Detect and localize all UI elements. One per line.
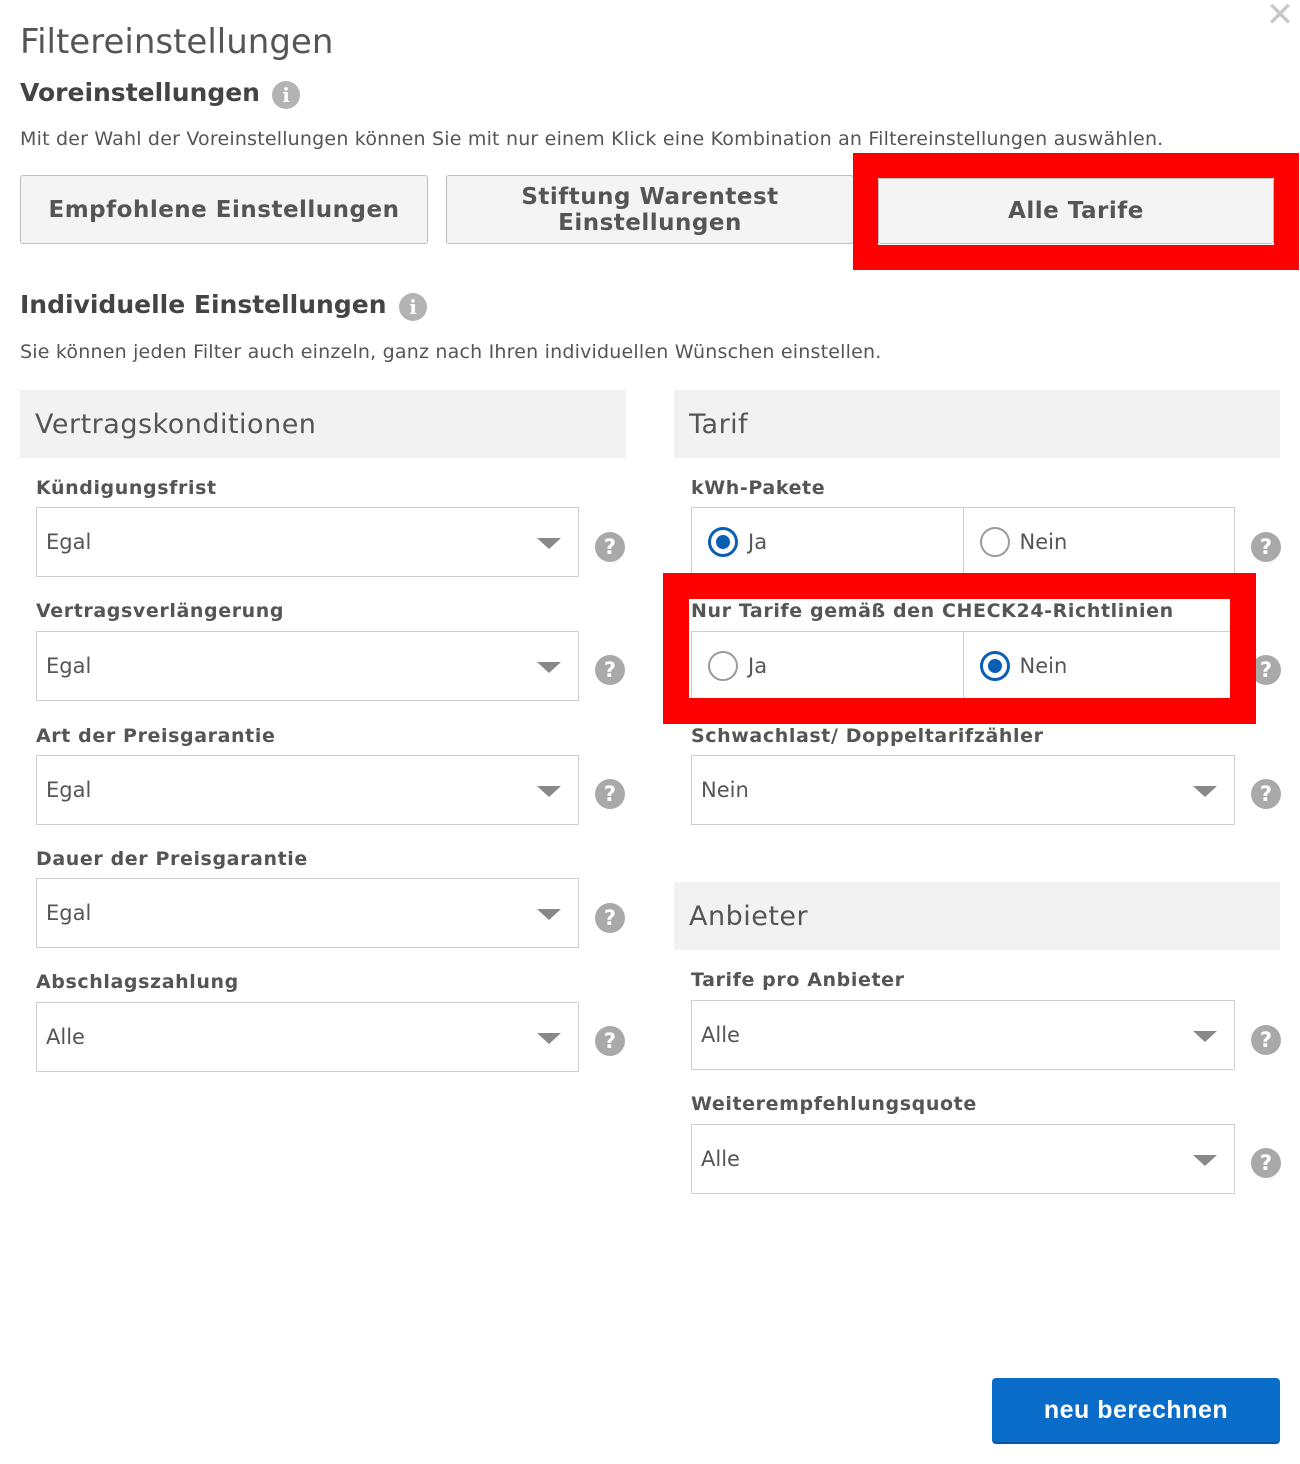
schwachlast-help-icon[interactable]: ?	[1251, 779, 1281, 809]
tarife-pro-anbieter-value: Alle	[701, 1023, 740, 1047]
kwh-pakete-option-nein-label: Nein	[1019, 530, 1068, 554]
presets-heading: Voreinstellungen	[20, 78, 260, 107]
radio-unchecked-icon[interactable]	[979, 527, 1010, 557]
kwh-pakete-help-icon[interactable]: ?	[1251, 532, 1281, 562]
chevron-down-icon	[1193, 1155, 1217, 1166]
preisgarantie-dauer-value: Egal	[46, 901, 92, 925]
individual-description: Sie können jeden Filter auch einzeln, ga…	[20, 341, 882, 363]
kwh-pakete-option-nein[interactable]: Nein	[962, 508, 1235, 576]
vertragsverlaengerung-value: Egal	[46, 654, 92, 678]
vertragsverlaengerung-help-icon[interactable]: ?	[595, 655, 625, 685]
dialog-title: Filtereinstellungen	[20, 22, 334, 62]
radio-checked-icon[interactable]	[708, 527, 738, 557]
individual-heading: Individuelle Einstellungen	[20, 290, 387, 319]
chevron-down-icon	[1193, 1031, 1217, 1042]
schwachlast-label: Schwachlast/ Doppeltarifzähler	[691, 725, 1044, 747]
preisgarantie-dauer-label: Dauer der Preisgarantie	[36, 848, 308, 870]
kuendigungsfrist-select[interactable]: Egal	[36, 507, 579, 577]
kwh-pakete-label: kWh-Pakete	[691, 477, 826, 499]
vertragskonditionen-header: Vertragskonditionen	[20, 390, 626, 458]
highlight-box-preset	[853, 153, 1299, 270]
presets-info-icon[interactable]: i	[272, 81, 300, 109]
weiterempfehlungsquote-help-icon[interactable]: ?	[1251, 1148, 1281, 1178]
preisgarantie-art-help-icon[interactable]: ?	[595, 779, 625, 809]
recalculate-button[interactable]: neu berechnen	[992, 1378, 1280, 1442]
kuendigungsfrist-help-icon[interactable]: ?	[595, 532, 625, 562]
close-icon[interactable]: ✕	[1262, 0, 1298, 36]
abschlagszahlung-help-icon[interactable]: ?	[595, 1026, 625, 1056]
preisgarantie-art-select[interactable]: Egal	[36, 755, 579, 825]
kuendigungsfrist-label: Kündigungsfrist	[36, 477, 217, 499]
weiterempfehlungsquote-value: Alle	[701, 1147, 740, 1171]
preisgarantie-dauer-select[interactable]: Egal	[36, 878, 579, 948]
tarif-header: Tarif	[674, 390, 1280, 458]
kwh-pakete-option-ja-label: Ja	[748, 530, 768, 554]
vertragsverlaengerung-select[interactable]: Egal	[36, 631, 579, 701]
schwachlast-value: Nein	[701, 778, 749, 802]
abschlagszahlung-select[interactable]: Alle	[36, 1002, 579, 1072]
chevron-down-icon	[537, 538, 561, 549]
chevron-down-icon	[1193, 786, 1217, 797]
schwachlast-select[interactable]: Nein	[691, 755, 1235, 825]
anbieter-header: Anbieter	[674, 882, 1280, 950]
tarife-pro-anbieter-label: Tarife pro Anbieter	[691, 969, 905, 991]
preset-recommended-button[interactable]: Empfohlene Einstellungen	[20, 175, 428, 244]
tarife-pro-anbieter-help-icon[interactable]: ?	[1251, 1025, 1281, 1055]
chevron-down-icon	[537, 909, 561, 920]
preset-warentest-button[interactable]: Stiftung Warentest Einstellungen	[446, 175, 854, 244]
weiterempfehlungsquote-label: Weiterempfehlungsquote	[691, 1093, 977, 1115]
weiterempfehlungsquote-select[interactable]: Alle	[691, 1124, 1235, 1194]
preisgarantie-art-value: Egal	[46, 778, 92, 802]
individual-info-icon[interactable]: i	[399, 293, 427, 321]
tarife-pro-anbieter-select[interactable]: Alle	[691, 1000, 1235, 1070]
chevron-down-icon	[537, 662, 561, 673]
abschlagszahlung-label: Abschlagszahlung	[36, 971, 239, 993]
abschlagszahlung-value: Alle	[46, 1025, 85, 1049]
vertragsverlaengerung-label: Vertragsverlängerung	[36, 600, 285, 622]
chevron-down-icon	[537, 1033, 561, 1044]
kwh-pakete-option-ja[interactable]: Ja	[692, 508, 963, 576]
presets-description: Mit der Wahl der Voreinstellungen können…	[20, 128, 1164, 150]
kuendigungsfrist-value: Egal	[46, 530, 92, 554]
highlight-box-check24	[663, 573, 1256, 724]
chevron-down-icon	[537, 786, 561, 797]
preisgarantie-dauer-help-icon[interactable]: ?	[595, 903, 625, 933]
kwh-pakete-radio-group: Ja Nein	[691, 507, 1235, 577]
preisgarantie-art-label: Art der Preisgarantie	[36, 725, 276, 747]
